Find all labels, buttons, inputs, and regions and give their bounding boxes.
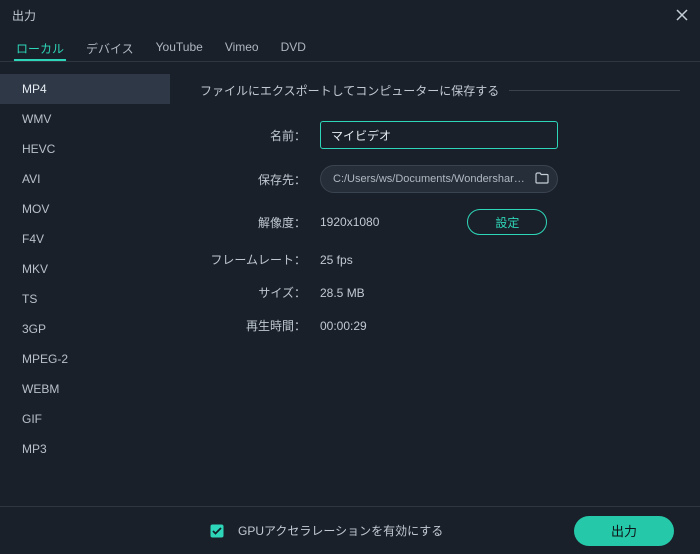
format-item-3gp[interactable]: 3GP xyxy=(0,314,170,344)
export-button[interactable]: 出力 xyxy=(574,516,674,546)
name-label: 名前： xyxy=(200,127,320,144)
format-item-avi[interactable]: AVI xyxy=(0,164,170,194)
framerate-label: フレームレート： xyxy=(200,251,320,268)
dest-path-box[interactable]: C:/Users/ws/Documents/Wondershare/Wo xyxy=(320,165,558,193)
framerate-value: 25 fps xyxy=(320,253,353,267)
dest-path-text: C:/Users/ws/Documents/Wondershare/Wo xyxy=(333,173,529,185)
size-value: 28.5 MB xyxy=(320,286,365,300)
format-item-wmv[interactable]: WMV xyxy=(0,104,170,134)
window-title: 出力 xyxy=(12,7,36,24)
tab-dvd[interactable]: DVD xyxy=(279,36,308,61)
format-item-hevc[interactable]: HEVC xyxy=(0,134,170,164)
tab-bar: ローカルデバイス YouTube Vimeo DVD xyxy=(0,30,700,62)
gpu-checkbox[interactable] xyxy=(210,524,224,538)
format-item-mpeg-2[interactable]: MPEG-2 xyxy=(0,344,170,374)
tab-youtube[interactable]: YouTube xyxy=(154,36,205,61)
format-item-f4v[interactable]: F4V xyxy=(0,224,170,254)
gpu-label: GPUアクセラレーションを有効にする xyxy=(238,522,560,539)
duration-value: 00:00:29 xyxy=(320,319,367,333)
format-sidebar: MP4WMVHEVCAVIMOVF4VMKVTS3GPMPEG-2WEBMGIF… xyxy=(0,62,170,506)
format-item-mp4[interactable]: MP4 xyxy=(0,74,170,104)
duration-label: 再生時間： xyxy=(200,317,320,334)
size-label: サイズ： xyxy=(200,284,320,301)
section-title: ファイルにエクスポートしてコンピューターに保存する xyxy=(200,82,499,99)
divider xyxy=(509,90,680,91)
format-item-webm[interactable]: WEBM xyxy=(0,374,170,404)
format-item-gif[interactable]: GIF xyxy=(0,404,170,434)
close-icon[interactable] xyxy=(674,7,690,23)
tab-デバイス[interactable]: デバイス xyxy=(84,36,136,61)
folder-icon[interactable] xyxy=(535,172,549,187)
tab-vimeo[interactable]: Vimeo xyxy=(223,36,261,61)
resolution-value: 1920x1080 xyxy=(320,215,379,229)
format-item-ts[interactable]: TS xyxy=(0,284,170,314)
tab-ローカル[interactable]: ローカル xyxy=(14,36,66,61)
format-item-mp3[interactable]: MP3 xyxy=(0,434,170,464)
dest-label: 保存先： xyxy=(200,171,320,188)
format-item-mov[interactable]: MOV xyxy=(0,194,170,224)
settings-button[interactable]: 設定 xyxy=(467,209,547,235)
format-item-mkv[interactable]: MKV xyxy=(0,254,170,284)
resolution-label: 解像度： xyxy=(200,214,320,231)
name-input[interactable] xyxy=(320,121,558,149)
